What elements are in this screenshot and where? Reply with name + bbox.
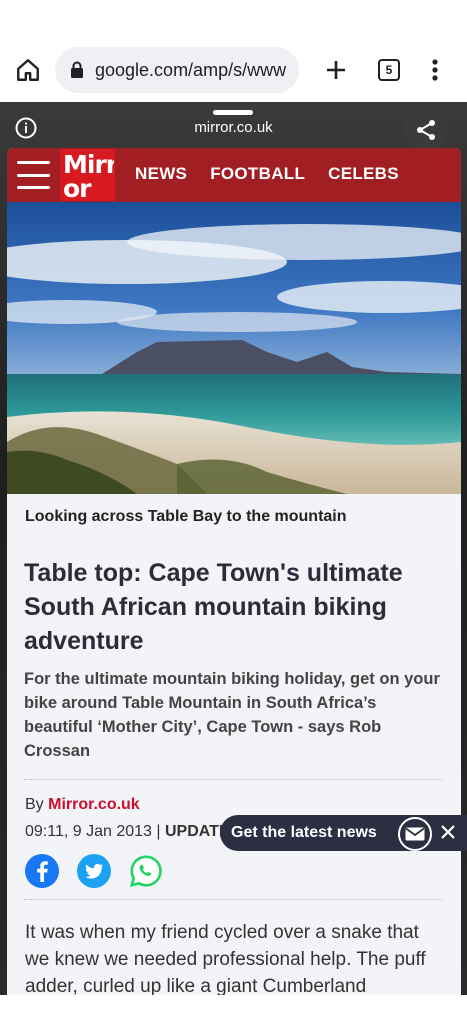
image-caption: Looking across Table Bay to the mountain <box>25 508 347 525</box>
article-body: It was when my friend cycled over a snak… <box>25 922 426 995</box>
lock-icon <box>67 60 87 80</box>
home-button[interactable] <box>12 54 44 86</box>
share-button[interactable] <box>404 108 448 152</box>
newsletter-label: Get the latest news <box>231 824 377 841</box>
svg-text:or: or <box>63 174 92 200</box>
bottom-strip <box>0 995 467 1013</box>
twitter-icon[interactable] <box>76 853 112 889</box>
nav-celebs[interactable]: CELEBS <box>328 164 399 184</box>
status-bar <box>0 0 467 40</box>
byline-prefix: By <box>25 796 44 813</box>
site-nav: NEWS FOOTBALL CELEBS <box>135 164 422 184</box>
byline-source-link[interactable]: Mirror.co.uk <box>48 796 140 813</box>
published-time: 09:11, 9 Jan 2013 <box>25 823 152 840</box>
site-header: Mirr or NEWS FOOTBALL CELEBS <box>7 148 461 202</box>
byline: By Mirror.co.uk <box>25 796 140 814</box>
overflow-menu-button[interactable] <box>420 54 450 86</box>
social-share-bar <box>24 853 164 889</box>
url-text: google.com/amp/s/www <box>95 59 287 80</box>
tab-switcher-button[interactable]: 5 <box>374 55 404 85</box>
hero-image <box>7 202 461 494</box>
mail-icon[interactable] <box>398 817 432 851</box>
address-bar[interactable]: google.com/amp/s/www <box>55 47 299 93</box>
divider <box>24 779 442 780</box>
browser-toolbar: google.com/amp/s/www 5 <box>0 40 467 102</box>
tabs-icon: 5 <box>378 59 400 81</box>
article-standfirst: For the ultimate mountain biking holiday… <box>24 670 440 760</box>
facebook-icon[interactable] <box>24 853 60 889</box>
article-card: Mirr or NEWS FOOTBALL CELEBS Looking acr… <box>7 148 461 995</box>
home-icon <box>17 59 39 81</box>
share-icon <box>417 120 435 140</box>
nav-news[interactable]: NEWS <box>135 164 187 184</box>
timestamp: 09:11, 9 Jan 2013 | UPDATED <box>25 823 241 841</box>
drag-handle[interactable] <box>213 110 253 115</box>
nav-football[interactable]: FOOTBALL <box>210 164 305 184</box>
article-headline: Table top: Cape Town's ultimate South Af… <box>24 559 403 655</box>
amp-viewer: mirror.co.uk Mirr or NEWS FOOTBALL CELEB… <box>0 102 467 995</box>
newsletter-banner[interactable]: Get the latest news <box>220 815 467 851</box>
plus-icon <box>327 61 345 79</box>
whatsapp-icon[interactable] <box>128 853 164 889</box>
close-icon[interactable] <box>439 823 457 841</box>
hamburger-menu-icon[interactable] <box>17 161 50 189</box>
amp-viewer-header: mirror.co.uk <box>0 102 467 152</box>
amp-domain: mirror.co.uk <box>194 119 273 136</box>
mirror-logo[interactable]: Mirr or <box>60 149 115 201</box>
divider <box>24 899 442 900</box>
overflow-menu-icon <box>432 59 438 81</box>
timestamp-separator: | <box>156 823 161 840</box>
new-tab-button[interactable] <box>320 54 352 86</box>
